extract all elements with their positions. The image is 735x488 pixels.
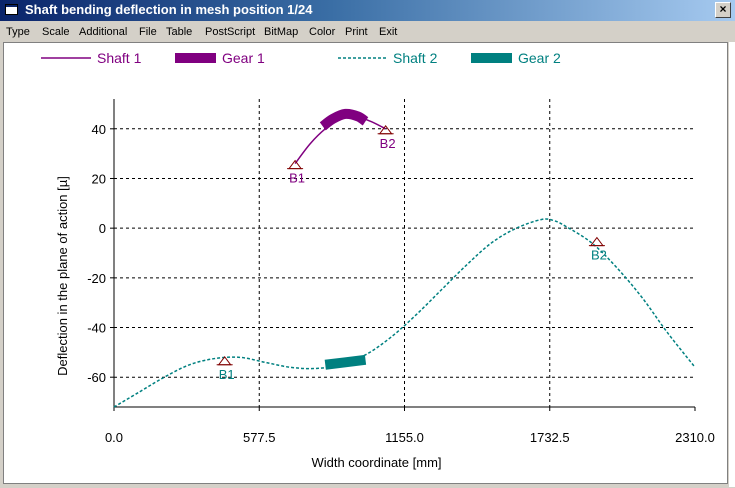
bearing-marker <box>288 159 303 170</box>
menu-item-print[interactable]: Print <box>345 26 368 38</box>
menu-item-scale[interactable]: Scale <box>42 26 70 38</box>
legend-label: Gear 2 <box>518 50 561 66</box>
menu-item-additional[interactable]: Additional <box>79 26 127 38</box>
y-tick-label: -20 <box>87 271 106 286</box>
y-axis-title: Deflection in the plane of action [µ] <box>55 176 70 376</box>
menu-item-postscript[interactable]: PostScript <box>205 26 255 38</box>
menu-item-exit[interactable]: Exit <box>379 26 397 38</box>
menu-item-bitmap[interactable]: BitMap <box>264 26 298 38</box>
y-tick-label: 20 <box>92 171 106 186</box>
menu-item-color[interactable]: Color <box>309 26 335 38</box>
menu-item-file[interactable]: File <box>139 26 157 38</box>
title-bar: Shaft bending deflection in mesh positio… <box>0 0 735 21</box>
series-shaft-1 <box>294 115 386 165</box>
bearing-label: B2 <box>380 136 396 151</box>
bearing-marker <box>589 236 604 247</box>
series-shaft-2 <box>113 218 696 408</box>
menu-bar: Type Scale Additional File Table PostScr… <box>0 22 735 42</box>
series-gear-1 <box>319 108 369 131</box>
bearing-label: B1 <box>219 367 235 382</box>
series-gear-2 <box>324 354 367 370</box>
y-tick-label: -40 <box>87 321 106 336</box>
right-edge <box>729 42 735 487</box>
x-tick-label: 0.0 <box>105 430 123 445</box>
x-tick-label: 2310.0 <box>675 430 715 445</box>
legend-label: Shaft 1 <box>97 50 142 66</box>
bearing-label: B1 <box>289 171 305 186</box>
y-tick-label: 0 <box>99 221 106 236</box>
menu-item-type[interactable]: Type <box>6 26 30 38</box>
y-tick-label: -60 <box>87 370 106 385</box>
legend-label: Shaft 2 <box>393 50 438 66</box>
deflection-chart: 40 20 0 -20 -40 -60 0.0 577.5 1155.0 1732.5 2310.0… <box>41 50 715 470</box>
x-tick-label: 1155.0 <box>385 430 424 445</box>
close-button[interactable]: × <box>715 2 731 18</box>
plot-area: 40 20 0 -20 -40 -60 0.0 577.5 1155.0 1732.5 2310.0… <box>3 42 728 484</box>
x-tick-label: 1732.5 <box>530 430 570 445</box>
bearing-label: B2 <box>591 248 607 263</box>
legend-label: Gear 1 <box>222 50 265 66</box>
y-tick-label: 40 <box>92 122 106 137</box>
window-icon <box>5 4 18 15</box>
menu-item-table[interactable]: Table <box>166 26 192 38</box>
x-tick-label: 577.5 <box>243 430 276 445</box>
x-axis-title: Width coordinate [mm] <box>311 455 441 470</box>
window-title: Shaft bending deflection in mesh positio… <box>25 2 313 17</box>
